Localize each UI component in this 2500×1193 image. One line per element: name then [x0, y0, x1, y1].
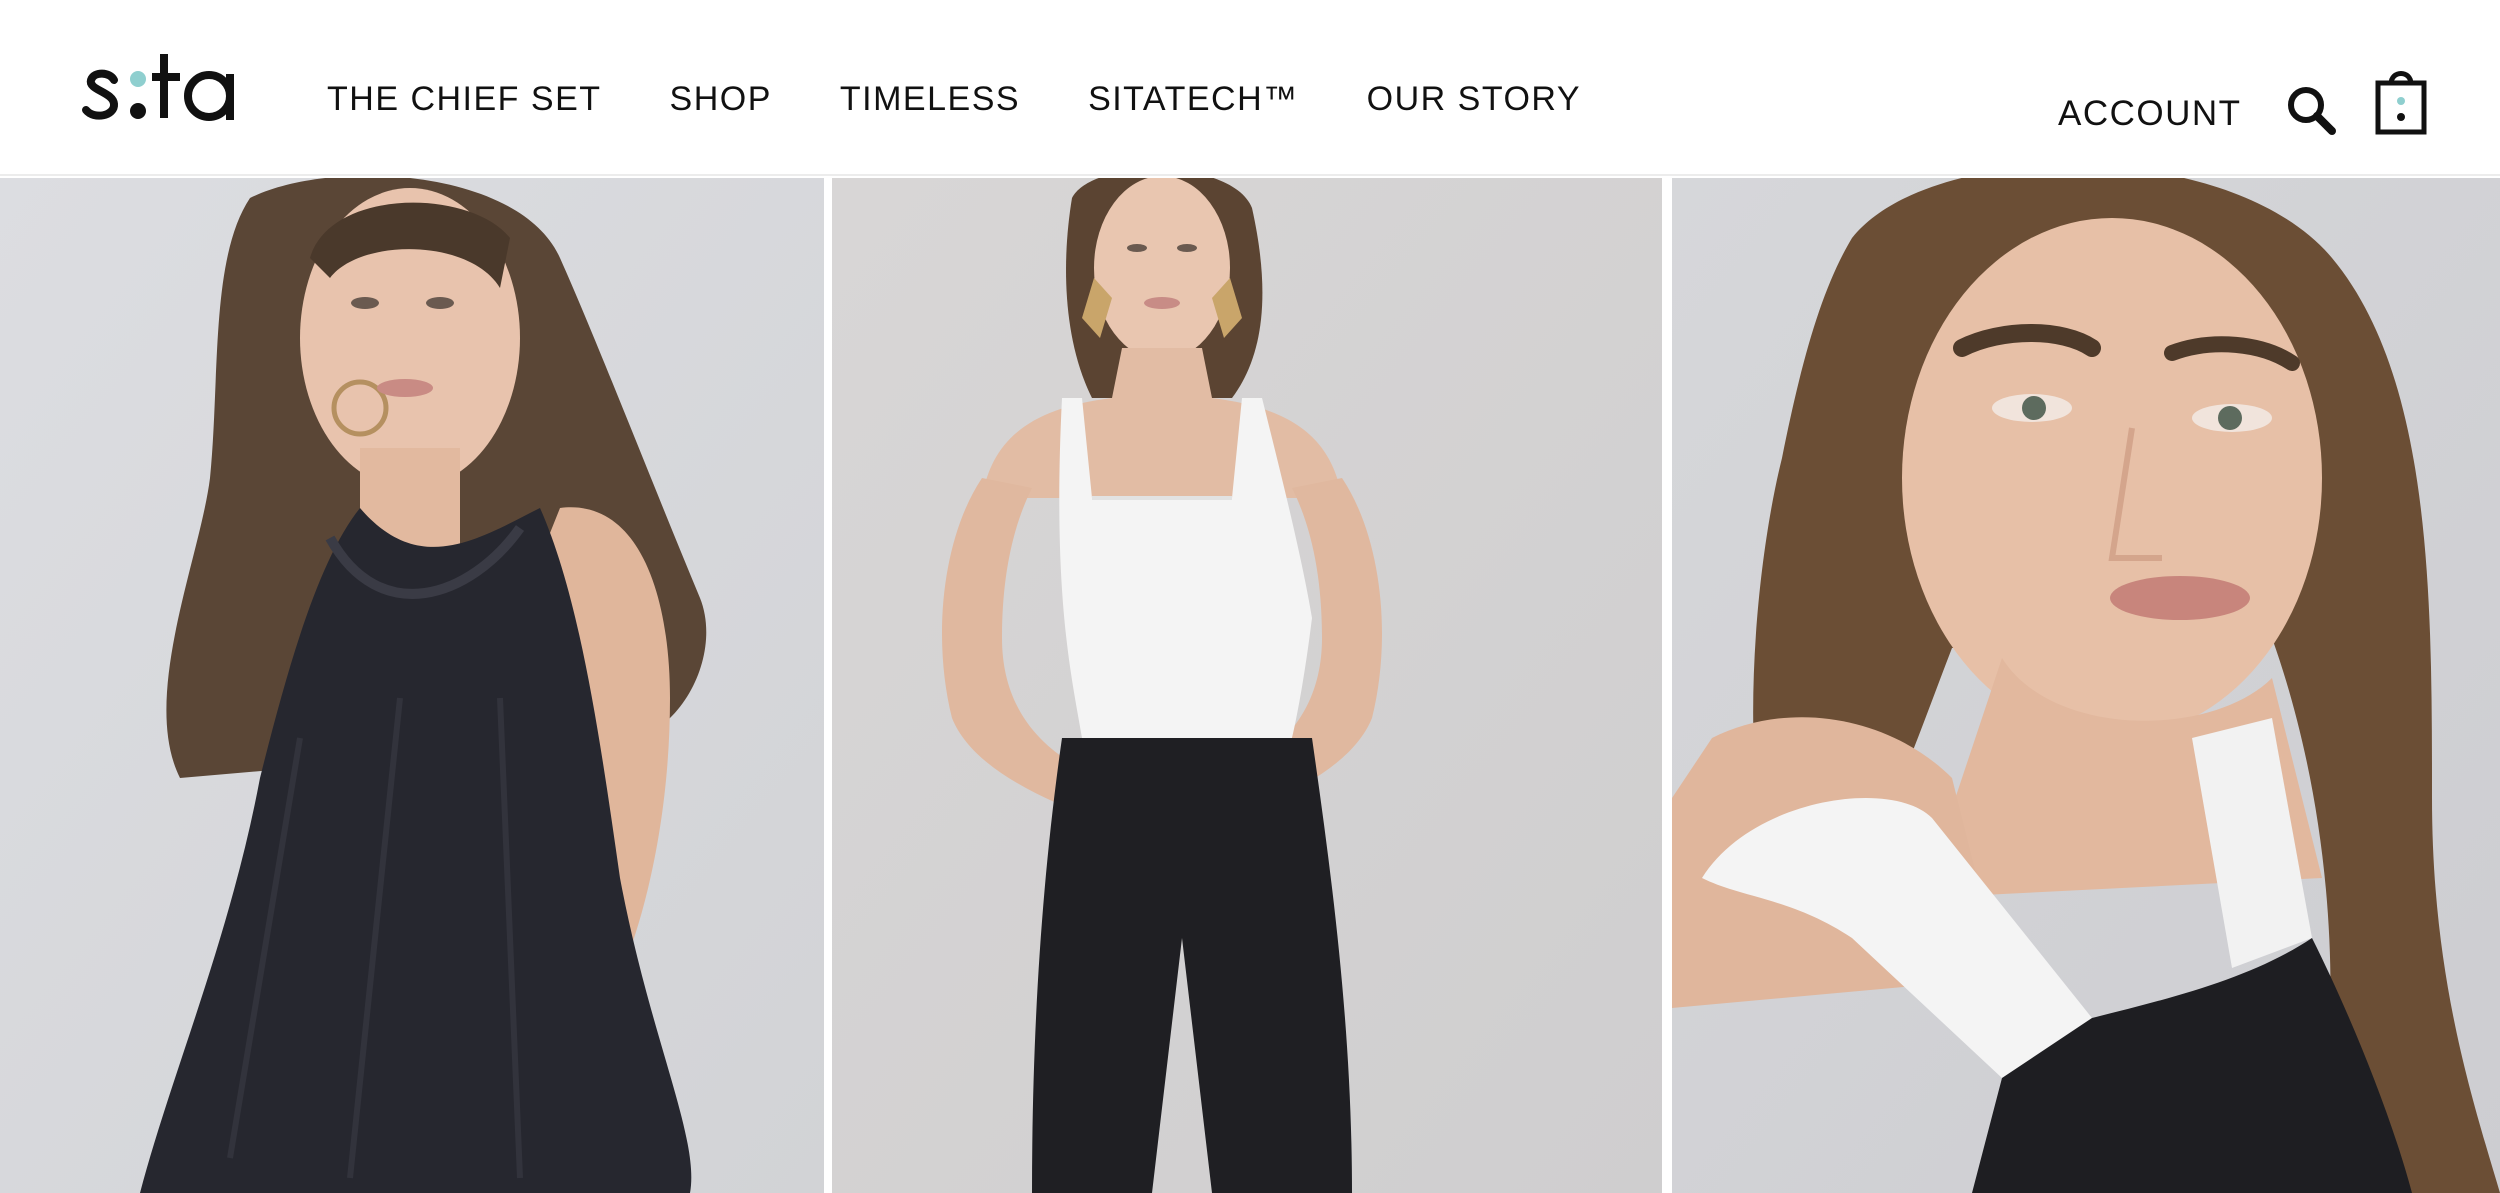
nav-item-timeless[interactable]: TIMELESS — [840, 82, 1020, 116]
account-link[interactable]: ACCOUNT — [2058, 96, 2242, 131]
brand-logo[interactable] — [80, 44, 252, 126]
hero-image-white-tank[interactable] — [832, 178, 1662, 1193]
nav-item-the-chief-set[interactable]: THE CHIEF SET — [327, 82, 602, 116]
hero-image-black-top[interactable] — [0, 178, 824, 1193]
search-icon[interactable] — [2285, 84, 2337, 136]
hero-image-closeup[interactable] — [1672, 178, 2500, 1193]
nav-item-sitatech[interactable]: SITATECH™ — [1088, 82, 1299, 116]
nav-item-our-story[interactable]: OUR STORY — [1367, 82, 1581, 116]
main-nav: THE CHIEF SET SHOP TIMELESS SITATECH™ OU… — [327, 82, 1649, 116]
nav-item-shop[interactable]: SHOP — [670, 82, 772, 116]
hero-gallery — [0, 178, 2500, 1193]
shopping-bag-icon[interactable] — [2374, 66, 2428, 136]
site-header: THE CHIEF SET SHOP TIMELESS SITATECH™ OU… — [0, 0, 2500, 176]
